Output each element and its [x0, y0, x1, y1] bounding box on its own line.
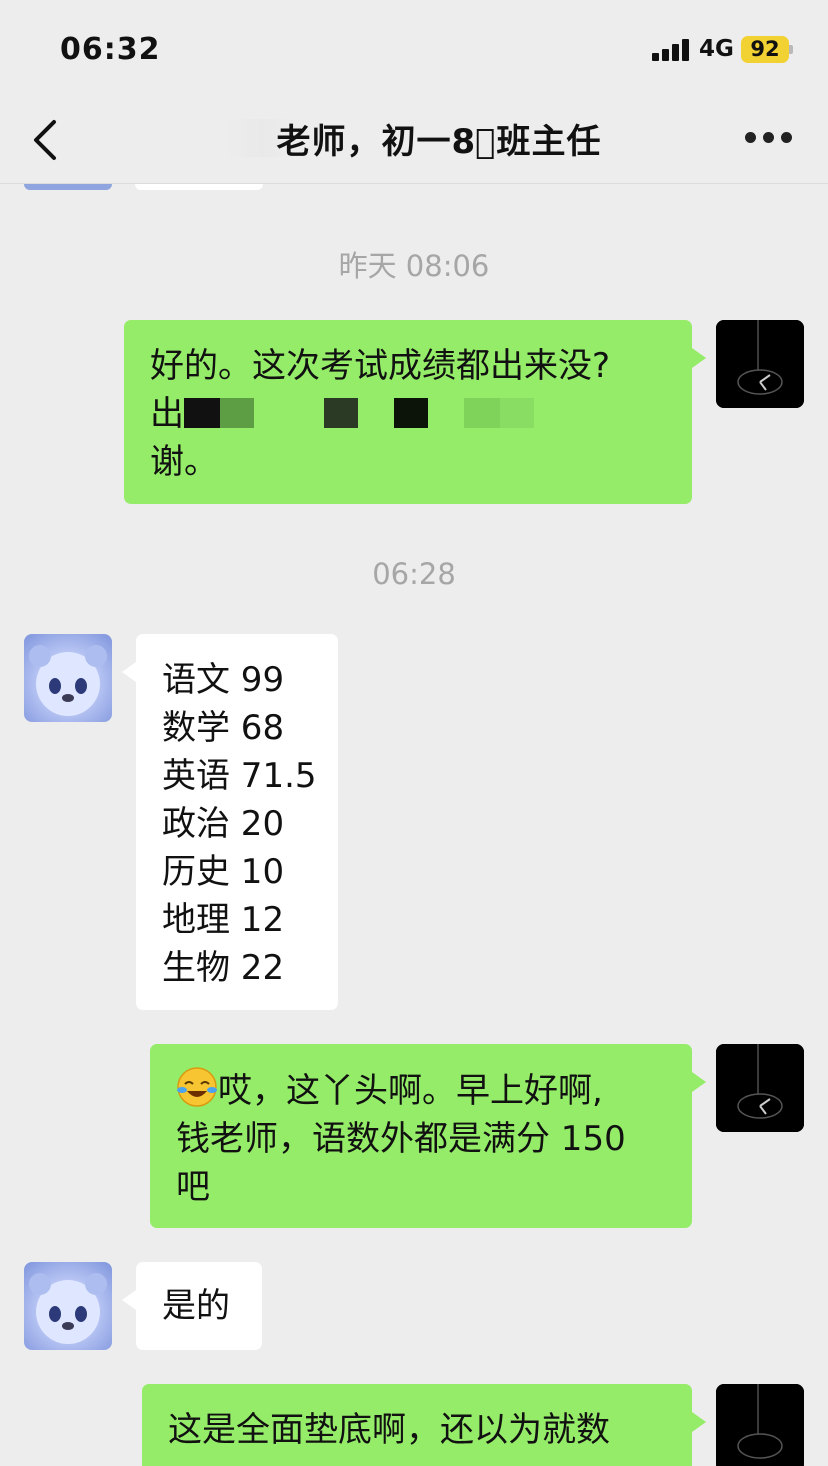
chat-nav-bar: 老师，初一8⃣班主任	[0, 96, 828, 184]
message-text: 出	[150, 394, 184, 434]
teacher-avatar[interactable]	[24, 634, 112, 722]
received-message-bubble[interactable]: 语文 99 数学 68 英语 71.5 政治 20 历史 10 地理 12 生物…	[122, 634, 338, 1010]
message-text: 钱老师，语数外都是满分 150	[176, 1119, 626, 1159]
grade-line: 语文 99	[162, 660, 285, 700]
more-dots-icon[interactable]	[745, 132, 793, 144]
message-text: 这是全面垫底啊，还以为就数	[168, 1410, 610, 1450]
timestamp: 06:28	[372, 557, 456, 591]
clock-icon	[716, 320, 804, 408]
signal-icon	[652, 39, 692, 61]
self-avatar[interactable]	[716, 1384, 804, 1466]
message-text-line: 哎，这丫头啊。早上好啊,	[176, 1066, 666, 1115]
message-text: 哎，这丫头啊。早上好啊,	[218, 1071, 603, 1111]
battery-level: 92	[741, 36, 789, 63]
chat-title: 老师，初一8⃣班主任	[0, 114, 828, 163]
message-text: 是的	[162, 1286, 230, 1326]
grade-line: 历史 10	[162, 852, 285, 892]
message-text-redacted: 出	[150, 390, 666, 438]
sent-message-bubble[interactable]: 哎，这丫头啊。早上好啊, 钱老师，语数外都是满分 150 吧	[150, 1044, 706, 1228]
grade-line: 生物 22	[162, 948, 285, 988]
clock-icon	[716, 1044, 804, 1132]
clock-icon	[716, 1384, 804, 1466]
message-text: 好的。这次考试成绩都出来没?	[150, 346, 611, 386]
grade-line: 地理 12	[162, 900, 285, 940]
status-bar: 06:32 4G 92	[0, 0, 828, 96]
sent-message-bubble[interactable]: 好的。这次考试成绩都出来没? 出 谢。	[124, 320, 706, 504]
network-type: 4G	[699, 36, 734, 62]
self-avatar[interactable]	[716, 320, 804, 408]
message-text: 吧	[176, 1167, 210, 1207]
bear-avatar-icon	[29, 645, 107, 716]
sent-message-bubble[interactable]: 这是全面垫底啊，还以为就数	[142, 1384, 706, 1466]
battery-cap	[789, 45, 793, 54]
teacher-avatar[interactable]	[24, 1262, 112, 1350]
crying-laughing-emoji-icon	[177, 1067, 217, 1107]
grade-line: 英语 71.5	[162, 756, 317, 796]
status-time: 06:32	[60, 32, 161, 67]
grade-line: 数学 68	[162, 708, 285, 748]
timestamp: 昨天 08:06	[338, 249, 490, 283]
message-text: 谢。	[150, 442, 218, 482]
grade-line: 政治 20	[162, 804, 285, 844]
chat-title-text: 老师，初一8⃣班主任	[276, 122, 602, 162]
bear-avatar-icon	[29, 1273, 107, 1344]
self-avatar[interactable]	[716, 1044, 804, 1132]
received-message-bubble[interactable]: 是的	[122, 1262, 262, 1350]
